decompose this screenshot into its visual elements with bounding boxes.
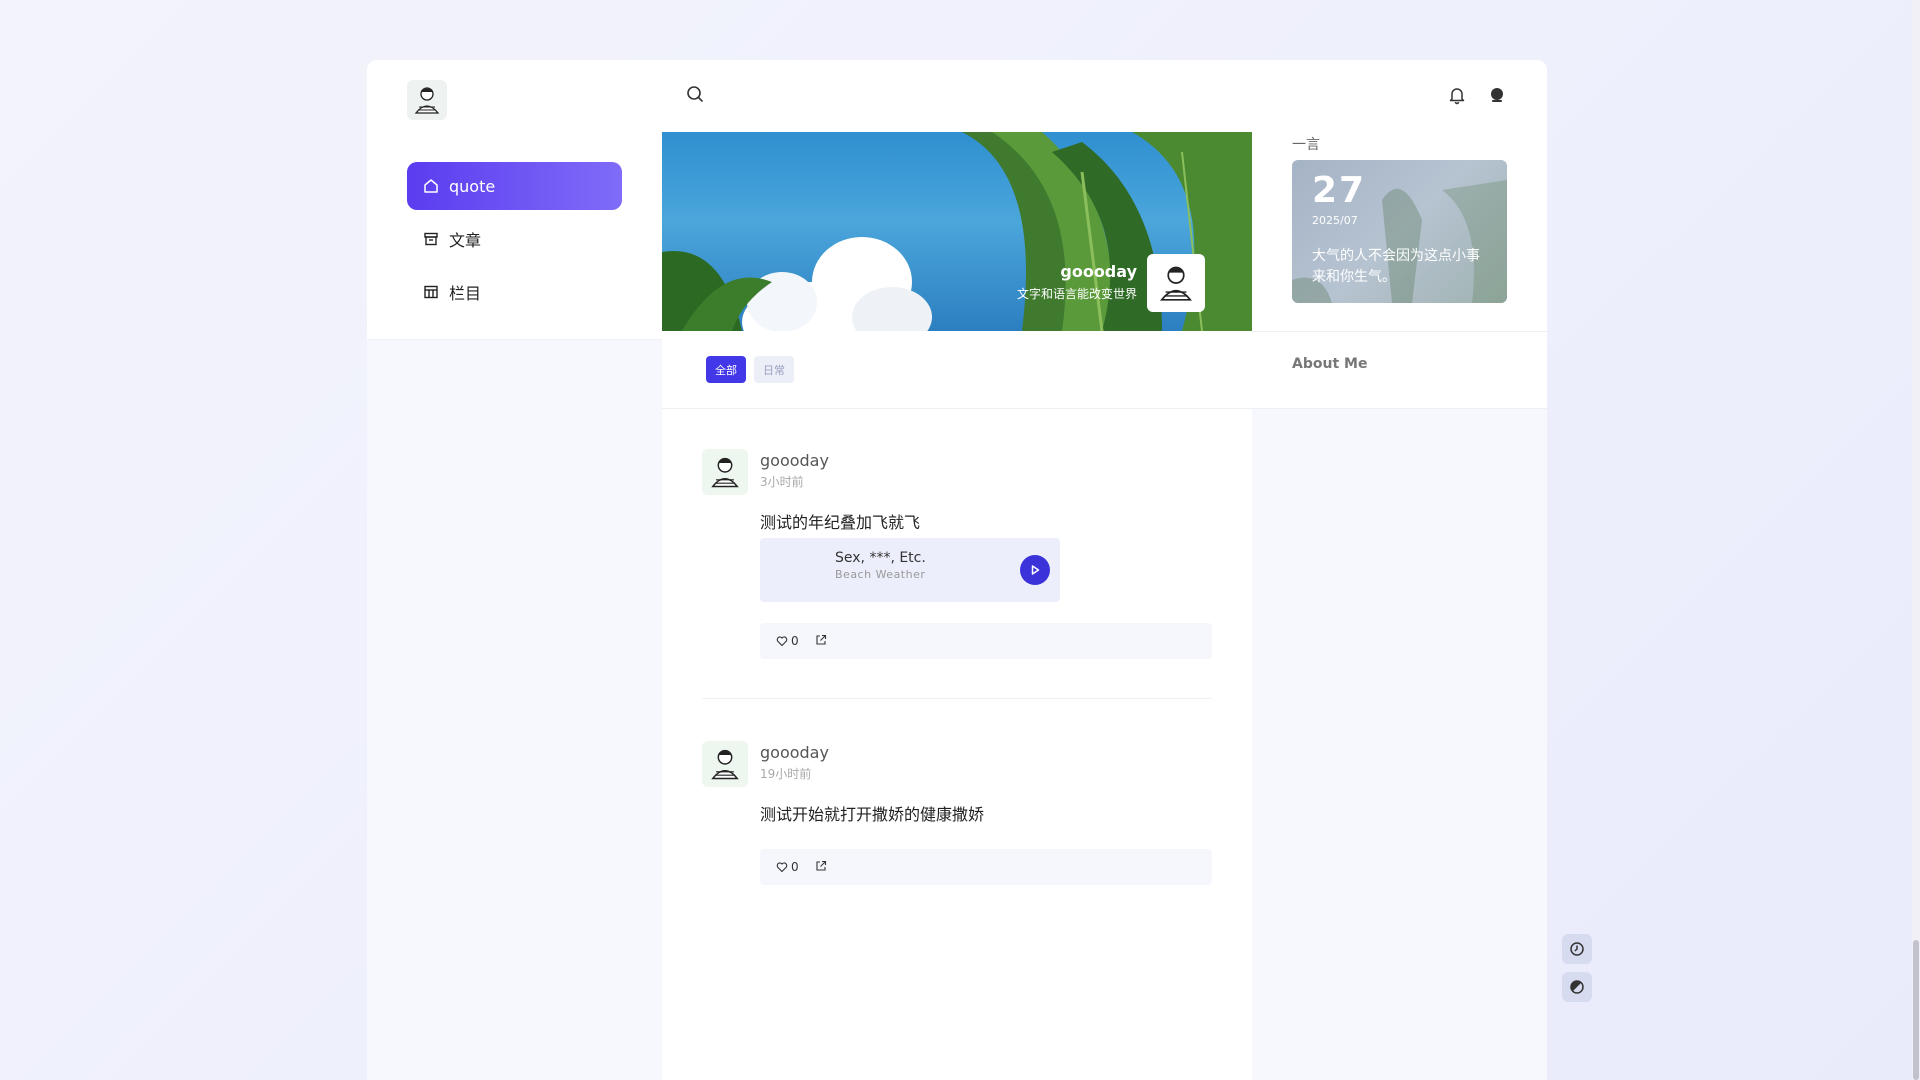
play-button[interactable] [1020, 555, 1050, 585]
page-scrollbar[interactable] [1912, 0, 1920, 1080]
user-icon[interactable] [1487, 85, 1507, 109]
logo-bar: quote 文章 栏目 [367, 60, 662, 340]
music-title: Sex, ***, Etc. [835, 550, 926, 566]
music-artist: Beach Weather [835, 568, 926, 581]
post-text: 测试开始就打开撒娇的健康撒娇 [760, 805, 985, 824]
quote-day: 27 [1312, 170, 1367, 211]
avatar-icon [414, 87, 440, 114]
post-author[interactable]: goooday [760, 451, 829, 470]
post-author[interactable]: goooday [760, 743, 829, 762]
quote-text: 大气的人不会因为这点小事来和你生气。 [1312, 248, 1480, 285]
about-widget: About Me [1252, 332, 1547, 409]
avatar-icon [1160, 266, 1192, 301]
avatar-icon [711, 457, 739, 488]
site-logo[interactable] [407, 80, 447, 120]
like-button[interactable]: 0 [776, 634, 799, 648]
nav-item-columns[interactable]: 栏目 [407, 268, 622, 316]
nav-item-label: quote [449, 176, 496, 196]
play-icon [1031, 565, 1040, 575]
home-icon [423, 178, 439, 194]
music-player: Sex, ***, Etc. Beach Weather [760, 538, 1060, 602]
quote-widget: 一言 27 2025/07 大气的人不会因为这点小事来和你生气。 [1252, 132, 1547, 332]
quote-card: 27 2025/07 大气的人不会因为这点小事来和你生气。 [1292, 160, 1507, 303]
post-item: goooday 3小时前 测试的年纪叠加飞就飞 Sex, ***, Etc. B… [702, 409, 1212, 699]
banner-avatar[interactable] [1147, 254, 1205, 312]
post-time: 19小时前 [760, 767, 812, 781]
clock-icon [1570, 942, 1584, 956]
nav-item-label: 栏目 [449, 284, 482, 303]
heart-icon [776, 862, 788, 873]
clock-button[interactable] [1562, 934, 1592, 964]
filter-daily[interactable]: 日常 [754, 356, 794, 383]
share-icon[interactable] [815, 634, 827, 649]
quote-title: 一言 [1292, 137, 1320, 153]
post-text: 测试的年纪叠加飞就飞 [760, 513, 921, 532]
post-actions: 0 [760, 623, 1212, 659]
nav-item-label: 文章 [449, 231, 482, 250]
heart-icon [776, 636, 788, 647]
post-avatar[interactable] [702, 449, 748, 495]
profile-banner: goooday 文字和语言能改变世界 [662, 132, 1252, 331]
scrollbar-thumb[interactable] [1913, 940, 1919, 1080]
moon-icon [1570, 980, 1584, 994]
post-time: 3小时前 [760, 475, 804, 489]
app-container: quote 文章 栏目 goooday 文字和语言能改变世界 全部 日常 goo… [367, 60, 1547, 1080]
top-bar [662, 60, 1252, 132]
main-feed: goooday 文字和语言能改变世界 全部 日常 goooday 3小时前 测试… [662, 60, 1252, 1080]
filter-bar: 全部 日常 [662, 331, 1252, 409]
main-nav: quote 文章 栏目 [407, 162, 622, 321]
filter-all[interactable]: 全部 [706, 356, 746, 383]
right-top-bar [1252, 60, 1547, 132]
table-icon [423, 284, 439, 300]
post-item: goooday 19小时前 测试开始就打开撒娇的健康撒娇 0 [702, 699, 1212, 899]
avatar-icon [711, 749, 739, 780]
banner-user-info: goooday 文字和语言能改变世界 [1017, 262, 1137, 302]
quote-date: 2025/07 [1312, 214, 1358, 227]
like-button[interactable]: 0 [776, 860, 799, 874]
like-count: 0 [791, 634, 799, 648]
search-icon[interactable] [686, 85, 704, 107]
left-sidebar: quote 文章 栏目 [367, 60, 662, 1080]
header-icons [1447, 85, 1507, 109]
banner-signature: 文字和语言能改变世界 [1016, 287, 1137, 301]
theme-toggle-button[interactable] [1562, 972, 1592, 1002]
right-sidebar: 一言 27 2025/07 大气的人不会因为这点小事来和你生气。 About M… [1252, 60, 1547, 1080]
banner-username: goooday [1060, 262, 1137, 281]
share-icon[interactable] [815, 860, 827, 875]
like-count: 0 [791, 860, 799, 874]
post-actions: 0 [760, 849, 1212, 885]
archive-icon [423, 231, 439, 247]
nav-item-articles[interactable]: 文章 [407, 215, 622, 263]
nav-item-quote[interactable]: quote [407, 162, 622, 210]
about-title: About Me [1292, 356, 1368, 372]
post-avatar[interactable] [702, 741, 748, 787]
bell-icon[interactable] [1447, 85, 1467, 109]
